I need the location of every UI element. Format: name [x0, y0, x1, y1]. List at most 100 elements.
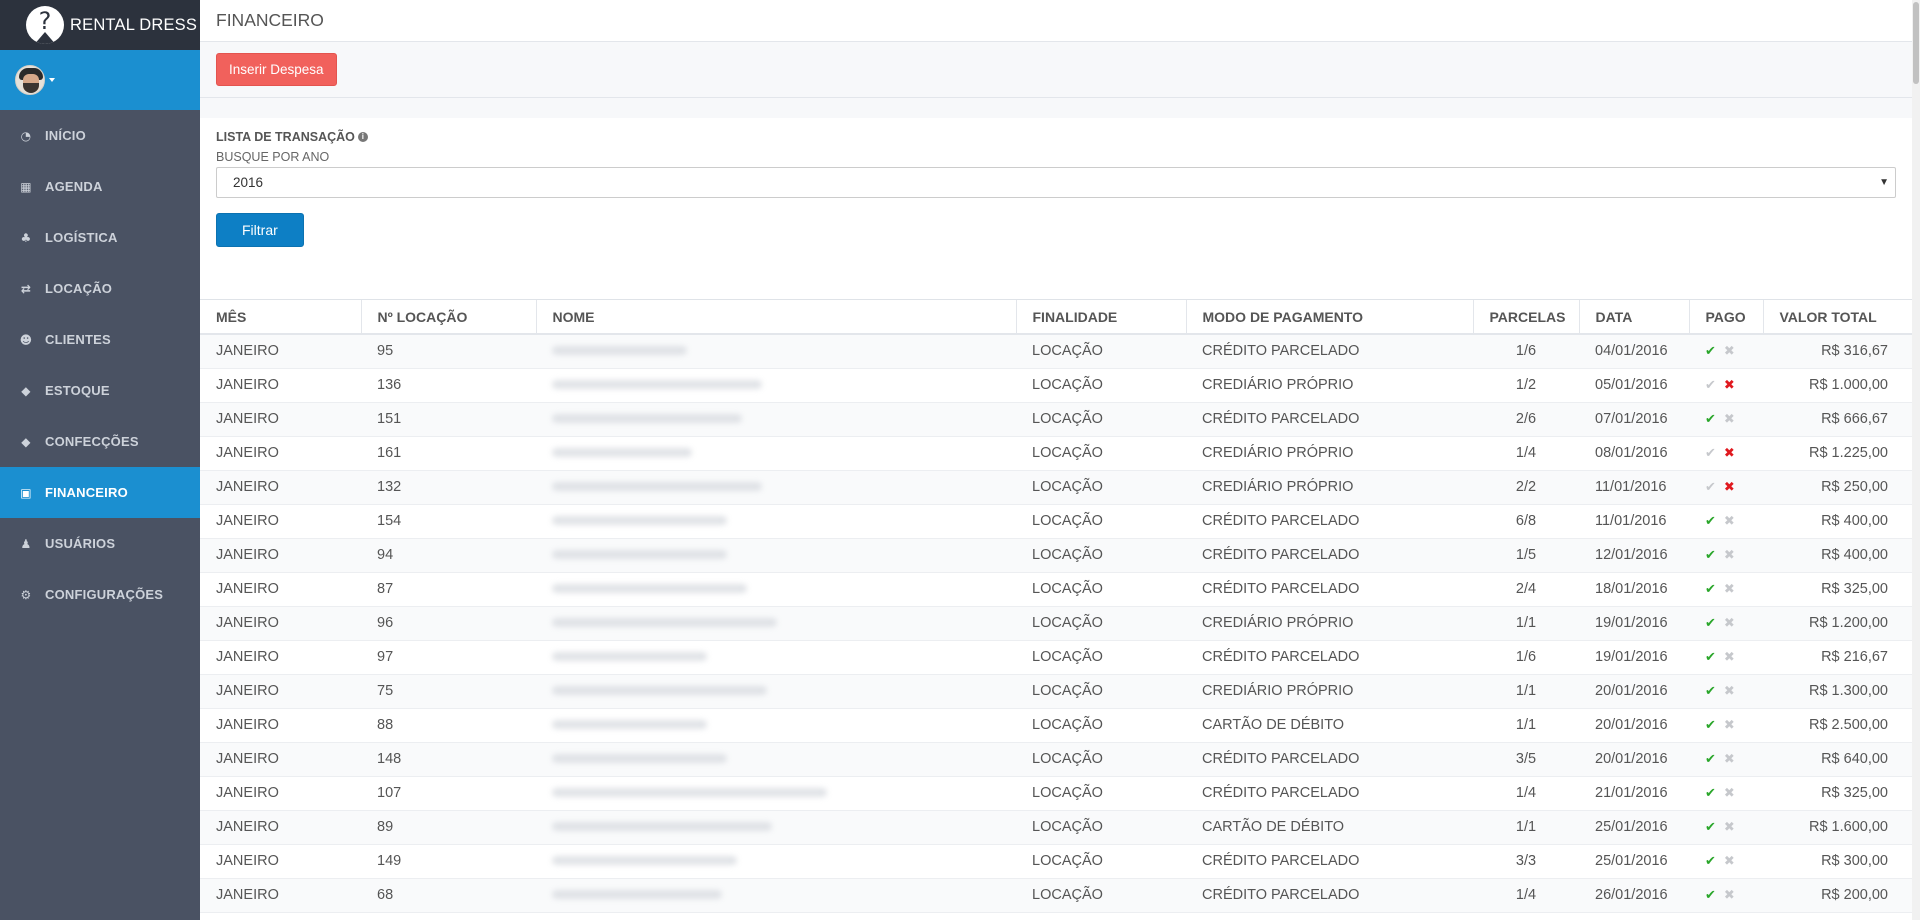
check-icon[interactable]: ✔ [1705, 480, 1716, 495]
month-cell: JANEIRO [200, 334, 361, 369]
column-header[interactable]: NOME [536, 300, 1017, 335]
scrollbar-thumb[interactable] [1913, 2, 1919, 84]
cross-icon[interactable]: ✖ [1724, 514, 1735, 529]
paid-cell: ✔ ✖ [1689, 776, 1763, 811]
rental-number-cell: 151 [361, 402, 536, 437]
table-row[interactable]: JANEIRO 151 LOCAÇÃO CRÉDITO PARCELADO 2/6 07/… [200, 402, 1912, 437]
column-header[interactable]: DATA [1579, 300, 1690, 335]
check-icon[interactable]: ✔ [1705, 786, 1716, 801]
cross-icon[interactable]: ✖ [1724, 650, 1735, 665]
column-header[interactable]: PARCELAS [1473, 300, 1580, 335]
redacted-name [552, 890, 722, 899]
cross-icon[interactable]: ✖ [1724, 344, 1735, 359]
sidebar-item[interactable]: ▣ FINANCEIRO [0, 467, 200, 518]
table-row[interactable]: JANEIRO 68 LOCAÇÃO CRÉDITO PARCELADO 1/4 26/0… [200, 878, 1912, 913]
check-icon[interactable]: ✔ [1705, 548, 1716, 563]
installments-cell: 1/6 [1473, 334, 1579, 369]
table-row[interactable]: JANEIRO 95 LOCAÇÃO CRÉDITO PARCELADO 1/6 04/0… [200, 334, 1912, 369]
column-header[interactable]: MODO DE PAGAMENTO [1186, 300, 1474, 335]
transaction-list-label: LISTA DE TRANSAÇÃO [216, 130, 355, 144]
name-cell [536, 334, 1016, 369]
total-value-cell: R$ 200,00 [1763, 878, 1912, 913]
insert-expense-button[interactable]: Inserir Despesa [216, 53, 337, 86]
check-icon[interactable]: ✔ [1705, 854, 1716, 869]
table-row[interactable]: JANEIRO 97 LOCAÇÃO CRÉDITO PARCELADO 1/6 19/0… [200, 640, 1912, 675]
column-header[interactable]: PAGO [1689, 300, 1764, 335]
user-menu[interactable] [0, 50, 200, 110]
cross-icon[interactable]: ✖ [1724, 718, 1735, 733]
check-icon[interactable]: ✔ [1705, 616, 1716, 631]
check-icon[interactable]: ✔ [1705, 446, 1716, 461]
cross-icon[interactable]: ✖ [1724, 888, 1735, 903]
info-icon[interactable]: i [357, 132, 368, 142]
sidebar-item[interactable]: ⇄ LOCAÇÃO [0, 263, 200, 314]
check-icon[interactable]: ✔ [1705, 820, 1716, 835]
column-header[interactable]: Nº LOCAÇÃO [361, 300, 537, 335]
payment-mode-cell: CREDIÁRIO PRÓPRIO [1186, 436, 1473, 471]
table-row[interactable]: JANEIRO 89 LOCAÇÃO CARTÃO DE DÉBITO 1/1 25/01… [200, 810, 1912, 845]
table-row[interactable]: JANEIRO 132 LOCAÇÃO CREDIÁRIO PRÓPRIO 2/2 11/… [200, 470, 1912, 505]
date-cell: 05/01/2016 [1579, 368, 1689, 403]
caret-down-icon[interactable] [49, 78, 55, 82]
check-icon[interactable]: ✔ [1705, 582, 1716, 597]
year-select[interactable]: 2016 ▼ [216, 167, 1896, 198]
month-cell: JANEIRO [200, 368, 361, 403]
sidebar-item[interactable]: ☻ CLIENTES [0, 314, 200, 365]
sidebar-item[interactable]: ▦ AGENDA [0, 161, 200, 212]
sidebar-item[interactable]: ◔ INÍCIO [0, 110, 200, 161]
table-row[interactable]: JANEIRO 161 LOCAÇÃO CREDIÁRIO PRÓPRIO 1/4 08/… [200, 436, 1912, 471]
table-row[interactable]: JANEIRO 87 LOCAÇÃO CRÉDITO PARCELADO 2/4 18/0… [200, 572, 1912, 607]
installments-cell: 1/4 [1473, 436, 1579, 471]
column-header[interactable]: FINALIDADE [1016, 300, 1187, 335]
cross-icon[interactable]: ✖ [1724, 752, 1735, 767]
check-icon[interactable]: ✔ [1705, 514, 1716, 529]
installments-cell: 1/1 [1473, 606, 1579, 641]
avatar[interactable] [15, 65, 45, 95]
cross-icon[interactable]: ✖ [1724, 582, 1735, 597]
check-icon[interactable]: ✔ [1705, 412, 1716, 427]
table-row[interactable]: JANEIRO 96 LOCAÇÃO CREDIÁRIO PRÓPRIO 1/1 19/0… [200, 606, 1912, 641]
table-row[interactable]: JANEIRO 136 LOCAÇÃO CREDIÁRIO PRÓPRIO 1/2 05/… [200, 368, 1912, 403]
cross-icon[interactable]: ✖ [1724, 548, 1735, 563]
check-icon[interactable]: ✔ [1705, 752, 1716, 767]
date-cell: 26/01/2016 [1579, 878, 1689, 913]
cross-icon[interactable]: ✖ [1724, 378, 1735, 393]
check-icon[interactable]: ✔ [1705, 888, 1716, 903]
month-cell: JANEIRO [200, 776, 361, 811]
cross-icon[interactable]: ✖ [1724, 820, 1735, 835]
table-row[interactable]: JANEIRO 75 LOCAÇÃO CREDIÁRIO PRÓPRIO 1/1 20/0… [200, 674, 1912, 709]
check-icon[interactable]: ✔ [1705, 344, 1716, 359]
cross-icon[interactable]: ✖ [1724, 684, 1735, 699]
dashboard-icon: ◔ [20, 128, 32, 143]
sidebar-item[interactable]: ◆ CONFECÇÕES [0, 416, 200, 467]
sidebar-item[interactable]: ♟ USUÁRIOS [0, 518, 200, 569]
rental-number-cell: 75 [361, 674, 536, 709]
check-icon[interactable]: ✔ [1705, 718, 1716, 733]
name-cell [536, 504, 1016, 539]
check-icon[interactable]: ✔ [1705, 684, 1716, 699]
cross-icon[interactable]: ✖ [1724, 480, 1735, 495]
purpose-cell: LOCAÇÃO [1016, 572, 1186, 607]
sidebar-item[interactable]: ⚙ CONFIGURAÇÕES [0, 569, 200, 620]
check-icon[interactable]: ✔ [1705, 378, 1716, 393]
cross-icon[interactable]: ✖ [1724, 786, 1735, 801]
cross-icon[interactable]: ✖ [1724, 616, 1735, 631]
filter-button[interactable]: Filtrar [216, 213, 304, 247]
check-icon[interactable]: ✔ [1705, 650, 1716, 665]
cross-icon[interactable]: ✖ [1724, 854, 1735, 869]
column-header[interactable]: MÊS [200, 300, 362, 335]
sidebar-item[interactable]: ♣ LOGÍSTICA [0, 212, 200, 263]
scrollbar[interactable] [1912, 0, 1920, 920]
table-row[interactable]: JANEIRO 94 LOCAÇÃO CRÉDITO PARCELADO 1/5 12/0… [200, 538, 1912, 573]
table-row[interactable]: JANEIRO 149 LOCAÇÃO CRÉDITO PARCELADO 3/3 25/… [200, 844, 1912, 879]
table-row[interactable]: JANEIRO 154 LOCAÇÃO CRÉDITO PARCELADO 6/8 11/… [200, 504, 1912, 539]
table-row[interactable]: JANEIRO 88 LOCAÇÃO CARTÃO DE DÉBITO 1/1 20/01… [200, 708, 1912, 743]
sidebar-item[interactable]: ◆ ESTOQUE [0, 365, 200, 416]
column-header[interactable]: VALOR TOTAL [1763, 300, 1912, 335]
cross-icon[interactable]: ✖ [1724, 446, 1735, 461]
brand[interactable]: ? RENTAL DRESS [0, 0, 200, 50]
table-row[interactable]: JANEIRO 148 LOCAÇÃO CRÉDITO PARCELADO 3/5 20/… [200, 742, 1912, 777]
redacted-name [552, 754, 727, 763]
cross-icon[interactable]: ✖ [1724, 412, 1735, 427]
table-row[interactable]: JANEIRO 107 LOCAÇÃO CRÉDITO PARCELADO 1/4 21/… [200, 776, 1912, 811]
